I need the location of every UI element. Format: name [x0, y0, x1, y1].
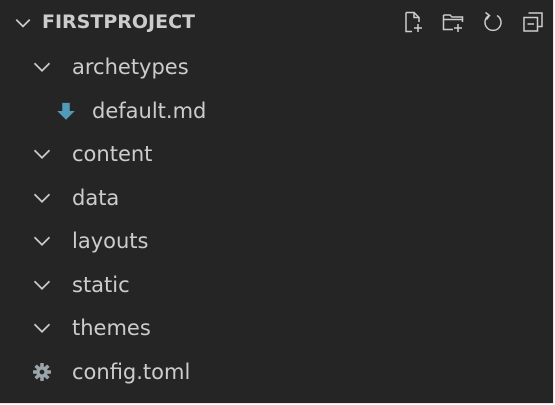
tree-folder-data[interactable]: data — [0, 177, 554, 221]
chevron-down-icon — [33, 323, 51, 333]
new-file-icon — [405, 11, 422, 33]
collapse-all-icon — [523, 12, 543, 32]
new-folder-icon — [442, 14, 464, 32]
tree-file-default-md[interactable]: default.md — [0, 90, 554, 134]
chevron-down-icon — [33, 236, 51, 246]
tree-folder-archetypes[interactable]: archetypes — [0, 46, 554, 90]
explorer-panel: FIRSTPROJECT archetypes default.md conte… — [0, 0, 554, 404]
tree-item-label: data — [72, 185, 120, 210]
tree-file-config-toml[interactable]: config.toml — [0, 351, 554, 395]
chevron-down-icon — [33, 193, 51, 203]
chevron-down-icon — [33, 149, 51, 159]
tree-folder-content[interactable]: content — [0, 133, 554, 177]
explorer-actions — [400, 8, 546, 36]
tree-item-label: static — [72, 272, 130, 297]
section-title: FIRSTPROJECT — [42, 11, 195, 33]
tree-item-label: archetypes — [72, 55, 189, 79]
new-folder-button[interactable] — [440, 8, 466, 36]
tree-item-label: config.toml — [72, 359, 191, 384]
collapse-all-button[interactable] — [520, 8, 546, 36]
chevron-down-icon — [33, 280, 51, 290]
explorer-section-header[interactable]: FIRSTPROJECT — [0, 0, 554, 44]
tree-item-label: default.md — [92, 98, 207, 123]
tree-folder-layouts[interactable]: layouts — [0, 220, 554, 264]
refresh-button[interactable] — [480, 8, 506, 36]
refresh-icon — [484, 11, 502, 32]
gear-icon — [33, 362, 51, 381]
tree-folder-themes[interactable]: themes — [0, 307, 554, 351]
file-tree: archetypes default.md content data layou — [0, 46, 554, 394]
tree-item-label: layouts — [72, 229, 149, 253]
tree-item-label: themes — [72, 316, 151, 340]
chevron-down-icon — [15, 19, 31, 28]
tree-folder-static[interactable]: static — [0, 264, 554, 308]
chevron-down-icon — [33, 62, 51, 72]
new-file-button[interactable] — [400, 8, 426, 36]
markdown-icon — [57, 102, 75, 120]
tree-item-label: content — [72, 142, 153, 166]
